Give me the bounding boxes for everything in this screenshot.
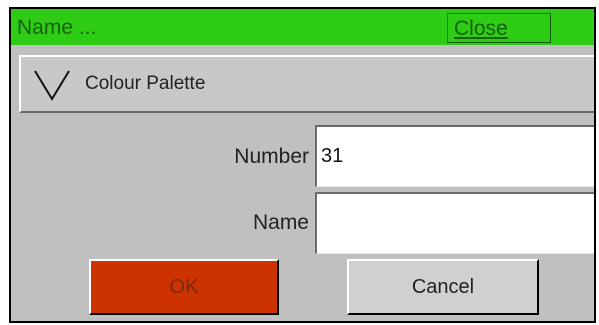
cancel-button[interactable]: Cancel bbox=[347, 259, 539, 315]
window: Name ... Close Colour Palette Number Nam… bbox=[0, 0, 599, 325]
section-header-colour-palette[interactable]: Colour Palette bbox=[19, 55, 594, 113]
title-bar: Name ... Close bbox=[11, 9, 594, 45]
name-label: Name bbox=[252, 211, 309, 234]
dialog: Name ... Close Colour Palette Number Nam… bbox=[9, 7, 596, 323]
section-label: Colour Palette bbox=[85, 73, 206, 94]
chevron-down-icon bbox=[34, 70, 70, 101]
dialog-title: Name ... bbox=[17, 16, 97, 39]
number-field[interactable] bbox=[315, 125, 594, 187]
name-field[interactable] bbox=[315, 192, 594, 254]
close-button[interactable]: Close bbox=[447, 13, 551, 43]
number-label: Number bbox=[234, 145, 309, 168]
ok-button[interactable]: OK bbox=[89, 259, 279, 315]
